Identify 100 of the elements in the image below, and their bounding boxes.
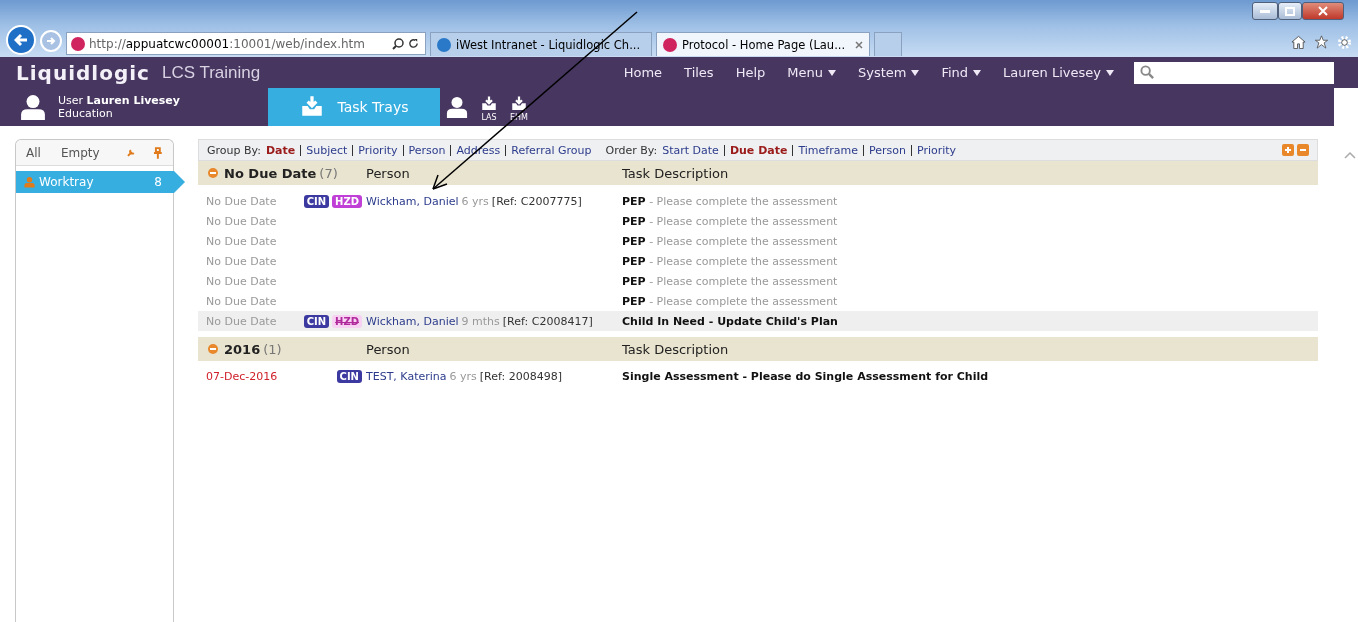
nav-menu[interactable]: System [858,65,920,80]
sort-option-link[interactable]: Start Date [662,143,719,157]
wrench-icon[interactable] [125,147,136,158]
filter-tab[interactable]: Empty [60,145,100,160]
scroll-up-icon[interactable] [1344,151,1356,159]
task-description: PEP - Please complete the assessment [622,234,838,248]
sort-option-link[interactable]: Person [408,143,446,157]
column-header: Person [366,165,410,181]
settings-icon[interactable] [1337,35,1352,50]
child-age: 6 yrs [449,369,477,383]
status-tag: HZD [332,314,362,328]
sort-option-link[interactable]: Referral Group [511,143,592,157]
due-date: No Due Date [206,274,277,288]
brand-logo: Liquidlogic [16,60,150,85]
home-icon[interactable] [1291,35,1306,49]
minimize-icon [1260,9,1270,13]
site-logo-icon [71,36,85,51]
caret-down-icon [1106,69,1114,76]
restore-icon [1285,6,1295,16]
child-name-link[interactable]: TEST, Katerina [366,369,447,383]
child-age: 9 mths [461,314,500,328]
toolbar-label: Order By: [605,143,658,157]
column-header: Task Description [622,341,729,357]
status-tag: HZD [332,194,362,208]
module-tab[interactable]: LAS [474,88,504,126]
user-name: User Lauren Livesey [58,94,180,107]
product-name: LCS Training [161,62,261,83]
sort-option-link[interactable]: Timeframe [798,143,858,157]
site-logo-icon [663,37,677,52]
reference-number: [Ref: C2008417] [502,314,593,328]
group-title: 2016 [224,341,261,357]
browser-tab[interactable]: Protocol - Home Page (Lau... [656,32,870,56]
nav-link[interactable]: Tiles [684,65,714,80]
group-count: (7) [319,165,338,181]
user-role: Education [58,107,114,120]
search-icon [1140,65,1155,80]
caret-down-icon [911,69,920,76]
sort-option-link[interactable]: Priority [358,143,398,157]
task-description: PEP - Please complete the assessment [622,194,838,208]
tray-download-icon [510,94,528,113]
collapse-icon[interactable] [208,344,218,354]
due-date: No Due Date [206,194,277,208]
due-date: 07-Dec-2016 [206,369,278,383]
caret-down-icon [973,69,982,76]
due-date: No Due Date [206,214,277,228]
child-age: 6 yrs [461,194,489,208]
column-header: Person [366,341,410,357]
due-date: No Due Date [206,234,277,248]
collapse-all-icon[interactable] [1297,144,1309,156]
sort-option-link[interactable]: Due Date [729,143,788,157]
search-icon [392,37,404,50]
minimize-button[interactable] [1252,2,1278,20]
close-tab-icon[interactable] [855,40,863,49]
arrow-right-icon [46,36,56,46]
person-icon [24,176,35,188]
module-tab[interactable]: EHM [504,88,534,126]
sort-option-link[interactable]: Priority [916,143,957,157]
reference-number: [Ref: C2007775] [491,194,582,208]
status-tag: CIN [336,369,362,383]
refresh-icon [408,38,419,49]
due-date: No Due Date [206,254,277,268]
task-description: Single Assessment - Please do Single Assessment for Child [622,369,989,383]
back-button[interactable] [6,25,36,55]
task-description: PEP - Please complete the assessment [622,254,838,268]
nav-link[interactable]: Help [735,65,766,80]
sort-option-link[interactable]: Date [265,143,296,157]
url-text: http://appuatcwc00001:10001/web/index.htm [89,36,365,51]
task-description: PEP - Please complete the assessment [622,274,838,288]
star-icon[interactable] [1314,35,1329,49]
sort-option-link[interactable]: Person [868,143,906,157]
column-header: Task Description [622,165,729,181]
status-tag: CIN [303,314,330,328]
collapse-icon[interactable] [208,168,218,178]
due-date: No Due Date [206,294,277,308]
sort-option-link[interactable]: Subject [306,143,348,157]
close-button[interactable] [1302,2,1344,20]
child-name-link[interactable]: Wickham, Daniel [366,314,459,328]
nav-link[interactable]: Home [623,65,663,80]
group-title: No Due Date [224,165,317,181]
restore-button[interactable] [1278,2,1302,20]
nav-menu[interactable]: Lauren Livesey [1003,65,1114,80]
status-tag: CIN [303,194,330,208]
child-name-link[interactable]: Wickham, Daniel [366,194,459,208]
arrow-left-icon [14,33,28,47]
forward-button[interactable] [40,30,62,52]
person-icon [446,96,468,118]
close-icon [1318,6,1328,16]
address-bar[interactable]: http://appuatcwc00001:10001/web/index.htm [66,32,426,55]
expand-all-icon[interactable] [1282,144,1294,156]
search-field[interactable] [1134,61,1334,84]
filter-tab[interactable]: All [26,145,41,160]
group-count: (1) [263,341,282,357]
reference-number: [Ref: 2008498] [479,369,562,383]
pin-icon[interactable] [153,146,163,159]
nav-menu[interactable]: Menu [787,65,836,80]
task-description: PEP - Please complete the assessment [622,214,838,228]
nav-menu[interactable]: Find [941,65,982,80]
toolbar-label: Group By: [207,143,261,157]
person-icon [20,94,46,120]
due-date: No Due Date [206,314,277,328]
